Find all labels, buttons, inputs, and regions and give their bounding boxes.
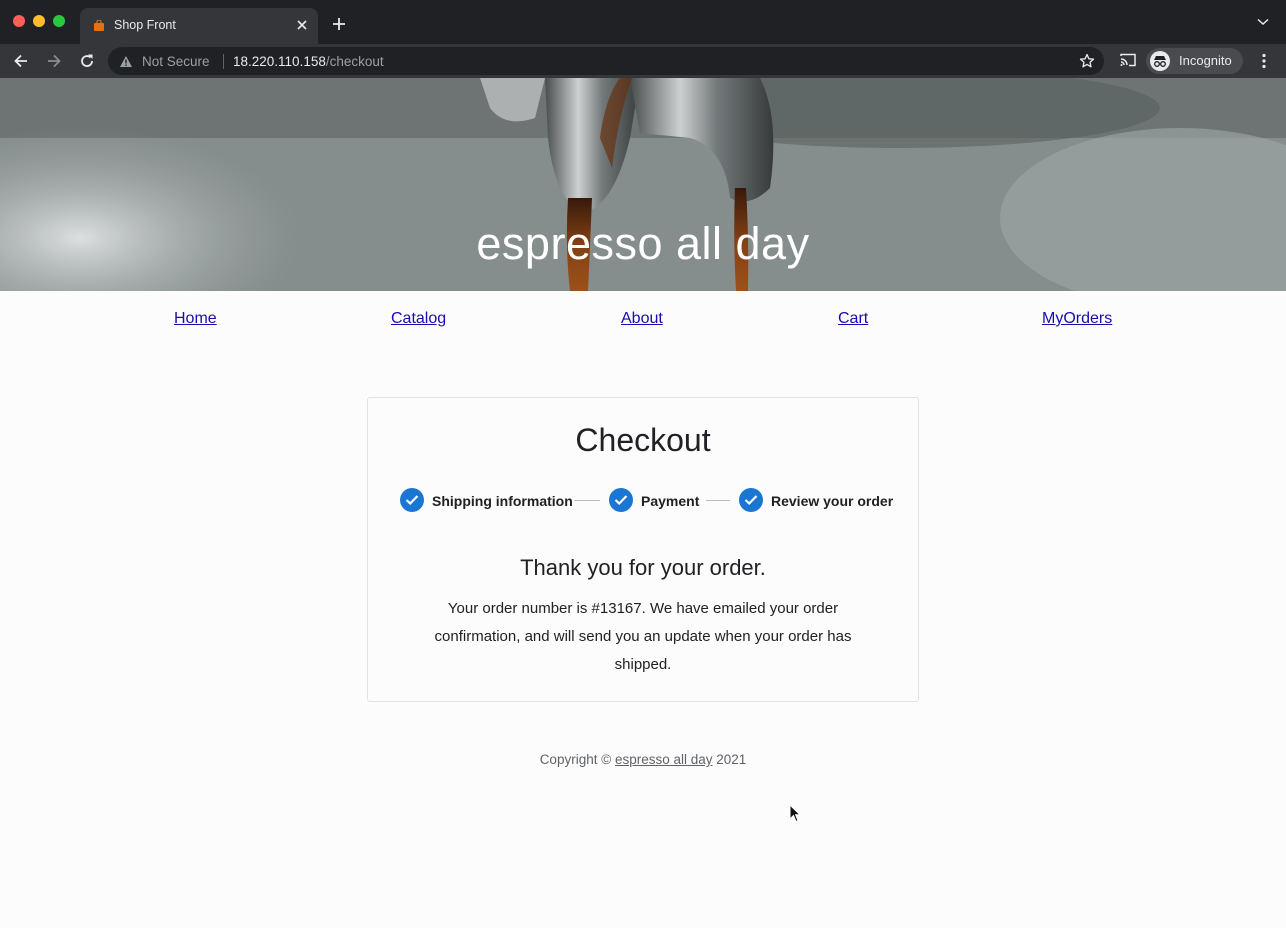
tab-title: Shop Front (114, 18, 176, 32)
address-bar[interactable]: Not Secure 18.220.110.158/checkout (108, 47, 1104, 75)
address-separator (223, 54, 224, 69)
order-confirmation-text: Your order number is #13167. We have ema… (434, 600, 852, 673)
shop-favicon-icon (94, 20, 104, 31)
browser-toolbar: Not Secure 18.220.110.158/checkout Incog… (0, 44, 1286, 78)
url-path: /checkout (325, 54, 384, 69)
window-close-button[interactable] (13, 15, 25, 27)
step-label-review: Review your order (771, 493, 894, 509)
chevron-down-icon[interactable] (1257, 18, 1269, 26)
browser-tab-active[interactable]: Shop Front (80, 8, 318, 44)
incognito-profile-button[interactable]: Incognito (1146, 48, 1243, 74)
checkout-card: Checkout Shipping information Payment Re… (367, 397, 919, 702)
step-complete-check-icon (609, 488, 633, 512)
site-footer: Copyright © espresso all day 2021 (0, 752, 1286, 767)
back-icon[interactable] (12, 52, 30, 70)
copyright-prefix: Copyright © (539, 752, 612, 767)
mouse-pointer-icon (789, 804, 801, 823)
step-connector (574, 500, 600, 501)
close-icon[interactable] (294, 17, 310, 33)
window-minimize-button[interactable] (33, 15, 45, 27)
nav-link-cart[interactable]: Cart (838, 310, 868, 328)
step-connector (706, 500, 730, 501)
nav-link-home[interactable]: Home (174, 310, 217, 328)
window-zoom-button[interactable] (53, 15, 65, 27)
kebab-menu-icon[interactable] (1259, 52, 1269, 70)
copyright-year: 2021 (716, 752, 747, 767)
forward-icon[interactable] (45, 52, 63, 70)
nav-link-about[interactable]: About (621, 310, 663, 328)
step-complete-check-icon (400, 488, 424, 512)
incognito-label: Incognito (1179, 53, 1232, 68)
footer-home-link[interactable]: espresso all day (615, 752, 713, 767)
cast-icon[interactable] (1119, 52, 1137, 68)
url-text[interactable]: 18.220.110.158/checkout (233, 54, 384, 69)
incognito-icon (1150, 51, 1170, 71)
hero-banner: espresso all day (0, 78, 1286, 291)
step-label-shipping: Shipping information (432, 493, 573, 509)
url-host: 18.220.110.158 (233, 54, 326, 69)
plus-icon[interactable] (331, 16, 347, 32)
nav-link-catalog[interactable]: Catalog (391, 310, 446, 328)
browser-tab-bar: Shop Front (0, 0, 1286, 44)
security-label[interactable]: Not Secure (142, 54, 210, 69)
thank-you-heading: Thank you for your order. (520, 555, 766, 580)
reload-icon[interactable] (78, 52, 96, 70)
step-complete-check-icon (739, 488, 763, 512)
checkout-title: Checkout (575, 422, 711, 458)
warning-icon[interactable] (119, 55, 133, 68)
step-label-payment: Payment (641, 493, 700, 509)
nav-link-myorders[interactable]: MyOrders (1042, 310, 1112, 328)
site-title: espresso all day (476, 218, 810, 269)
star-icon[interactable] (1079, 53, 1095, 69)
